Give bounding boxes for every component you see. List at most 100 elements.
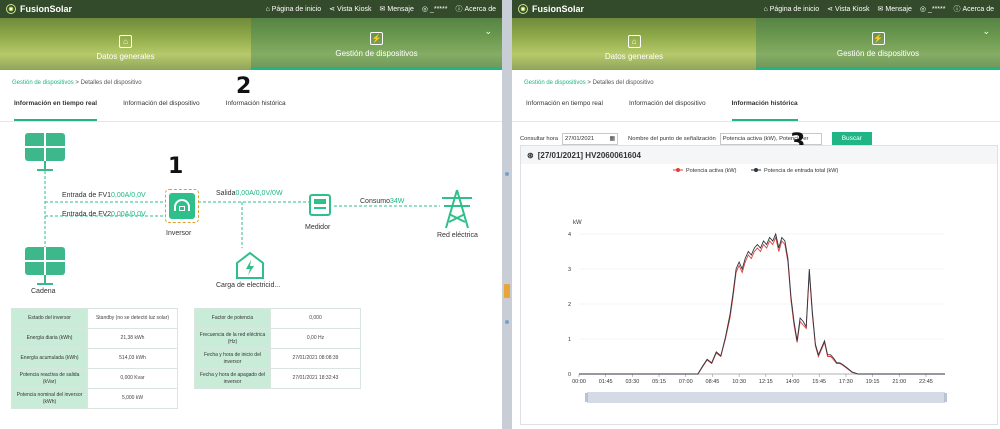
tab-history[interactable]: Información histórica	[226, 100, 286, 121]
x-tick-label: 05:15	[652, 379, 666, 385]
message-link[interactable]: ✉ Mensaje	[878, 5, 912, 14]
power-tower-icon	[442, 189, 472, 229]
table-row: Estado del inversor Standby (no se detect…	[11, 308, 178, 329]
table-row: Fecha y hora de inicio del inversor 27/01…	[194, 348, 361, 369]
tab-device-info[interactable]: Información del dispositivo	[123, 100, 200, 121]
meter-icon[interactable]	[309, 194, 331, 216]
chevron-down-icon[interactable]: ⌄	[484, 26, 492, 37]
meter-label: Medidor	[305, 224, 331, 231]
chevron-down-icon[interactable]: ⌄	[982, 26, 990, 37]
query-row: Consultar hora 27/01/2021 ▦ Nombre del pu…	[512, 122, 1000, 145]
divider-handle[interactable]	[504, 284, 510, 298]
about-link-label: Acerca de	[962, 5, 994, 13]
tab-device-info[interactable]: Información del dispositivo	[629, 100, 706, 121]
left-pane: FusionSolar ⌂ Página de inicio ⋖ Vista K…	[0, 0, 502, 429]
x-tick-label: 12:15	[759, 379, 773, 385]
home-icon: ⌂	[627, 35, 641, 48]
table-row: Potencia reactiva de salida (kVar) 0,000 …	[11, 368, 178, 389]
logo[interactable]: FusionSolar	[6, 4, 72, 14]
x-tick-label: 01:45	[599, 379, 613, 385]
user-link[interactable]: ◎ _*****	[920, 5, 946, 14]
kiosk-link-label: Vista Kiosk	[337, 5, 372, 13]
inverter-label: Inversor	[166, 230, 192, 237]
user-link-label: _*****	[927, 5, 946, 13]
breadcrumb-device-details: Detalles del dispositivo	[592, 80, 654, 86]
x-tick-label: 14:00	[786, 379, 800, 385]
chart-header: ⊛ [27/01/2021] HV2060061604	[521, 146, 997, 164]
breadcrumb-separator: >	[75, 80, 79, 86]
table-row: Potencia nominal del inversor (kWh) 5,000…	[11, 388, 178, 409]
tab-realtime[interactable]: Información en tiempo real	[526, 100, 603, 121]
x-tick-label: 19:15	[866, 379, 880, 385]
pane-divider[interactable]	[502, 0, 512, 429]
signal-label: Nombre del punto de señalización	[628, 135, 716, 142]
breadcrumb-device-management[interactable]: Gestión de dispositivos	[524, 80, 586, 86]
x-tick-label: 07:00	[679, 379, 693, 385]
tab-device-management[interactable]: ⚡ Gestión de dispositivos	[756, 18, 1000, 70]
calendar-icon[interactable]: ▦	[610, 136, 615, 142]
date-input[interactable]: 27/01/2021 ▦	[562, 132, 619, 145]
home-link-label: Página de inicio	[271, 5, 322, 13]
y-tick-label: 1	[568, 337, 571, 343]
table-value: 514,03 kWh	[87, 348, 178, 369]
subtabs: Información en tiempo real Información d…	[512, 86, 1000, 122]
message-link[interactable]: ✉ Mensaje	[380, 5, 414, 14]
pv1-label: Entrada de FV1	[62, 192, 112, 199]
tab-overview[interactable]: ⌂ Datos generales	[512, 18, 756, 70]
fusionsolar-logo-icon	[518, 4, 528, 14]
hero-banner: ⌂ Datos generales ⚡ Gestión de dispositivo…	[0, 18, 502, 70]
divider-dot	[505, 320, 509, 324]
y-tick-label: 3	[568, 267, 571, 273]
tab-device-management-label: Gestión de dispositivos	[335, 49, 418, 58]
top-links: ⌂ Página de inicio ⋖ Vista Kiosk ✉ Mensa…	[763, 4, 994, 14]
x-tick-label: 17:30	[839, 379, 853, 385]
pv2-value: 0,00A/0,0V	[111, 211, 146, 218]
table-value: Standby (no se detectó luz solar)	[87, 308, 178, 329]
pv2-label: Entrada de FV2	[62, 211, 112, 218]
about-link[interactable]: ⓘ Acerca de	[455, 4, 496, 14]
right-pane: FusionSolar ⌂ Página de inicio ⋖ Vista K…	[512, 0, 1000, 429]
breadcrumb-separator: >	[587, 80, 591, 86]
signal-select[interactable]: Potencia activa (kW), Potencia er	[719, 132, 822, 145]
x-tick-label: 22:45	[919, 379, 933, 385]
search-button[interactable]: Buscar	[831, 132, 872, 145]
about-link[interactable]: ⓘ Acerca de	[953, 4, 994, 14]
inverter-icon[interactable]	[165, 189, 199, 223]
x-tick-label: 10:30	[732, 379, 746, 385]
tab-overview[interactable]: ⌂ Datos generales	[0, 18, 251, 70]
tab-history[interactable]: Información histórica	[731, 100, 798, 121]
home-link[interactable]: ⌂ Página de inicio	[763, 6, 819, 13]
top-links: ⌂ Página de inicio ⋖ Vista Kiosk ✉ Mensa…	[265, 4, 496, 14]
date-value: 27/01/2021	[565, 135, 595, 142]
table-value: 27/01/2021 18:32:43	[270, 368, 361, 389]
range-slider	[587, 392, 945, 403]
consumption-text: Consumo34W	[360, 198, 404, 205]
logo[interactable]: FusionSolar	[518, 4, 584, 14]
about-link-label: Acerca de	[464, 5, 496, 13]
user-link[interactable]: ◎ _*****	[422, 5, 448, 14]
tab-realtime[interactable]: Información en tiempo real	[14, 100, 98, 121]
top-bar: FusionSolar ⌂ Página de inicio ⋖ Vista K…	[512, 0, 1000, 18]
y-axis-label: kW	[573, 220, 582, 226]
table-key: Potencia nominal del inversor (kWh)	[11, 388, 88, 409]
kiosk-link[interactable]: ⋖ Vista Kiosk	[827, 5, 869, 14]
grid-label: Red eléctrica	[437, 232, 478, 239]
user-link-label: _*****	[429, 5, 448, 13]
series-line-0	[579, 236, 945, 375]
tab-device-management[interactable]: ⚡ Gestión de dispositivos	[251, 18, 502, 70]
y-tick-label: 0	[568, 372, 571, 378]
annotation-1: 1	[168, 154, 184, 179]
string-label: Cadena	[31, 288, 56, 295]
kiosk-link[interactable]: ⋖ Vista Kiosk	[329, 5, 372, 14]
output-label: Salida	[216, 190, 236, 197]
history-line-chart[interactable]: Potencia activa (kW) Potencia de entrada …	[521, 164, 997, 424]
table-row: Factor de potencia 0,000	[194, 308, 361, 329]
range-slider-handle-left	[585, 393, 588, 402]
home-link[interactable]: ⌂ Página de inicio	[265, 6, 321, 13]
x-tick-label: 08:45	[706, 379, 720, 385]
table-row: Energía acumulada (kWh) 514,03 kWh	[11, 348, 178, 369]
breadcrumb-device-management[interactable]: Gestión de dispositivos	[12, 80, 74, 86]
table-value: 5,000 kW	[87, 388, 178, 409]
legend-label: Potencia de entrada total (kW)	[764, 168, 838, 174]
table-value: 0,000 Kvar	[87, 368, 178, 389]
